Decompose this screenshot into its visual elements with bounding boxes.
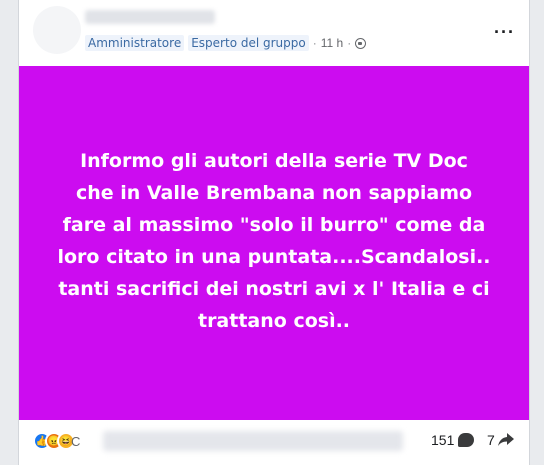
comment-count[interactable]: 151: [431, 432, 475, 448]
post-line: che in Valle Brembana non sappiamo: [75, 182, 473, 204]
post-card: Amministratore Esperto del gruppo · 11 h…: [18, 0, 530, 465]
author-name-blurred[interactable]: [85, 10, 215, 24]
post-line: tanti sacrifici dei nostri avi x l' Ital…: [58, 278, 490, 300]
role-badge-admin[interactable]: Amministratore: [85, 35, 185, 51]
share-count-value: 7: [487, 432, 495, 448]
reaction-names-blurred[interactable]: [103, 431, 403, 451]
post-line: trattano così..: [197, 310, 351, 332]
post-text: Informo gli autori della serie TV Doc ch…: [49, 145, 499, 337]
reaction-names-prefix[interactable]: C: [71, 434, 80, 449]
post-line: fare al massimo "solo il burro" come da: [62, 214, 486, 236]
role-badge-expert[interactable]: Esperto del gruppo: [188, 35, 309, 51]
post-line: Informo gli autori della serie TV Doc: [80, 150, 468, 172]
post-meta: Amministratore Esperto del gruppo · 11 h…: [85, 34, 367, 52]
post-time[interactable]: 11 h: [321, 36, 343, 50]
separator: ·: [312, 36, 317, 50]
comment-icon: [458, 433, 475, 447]
globe-icon: [355, 37, 367, 49]
post-background: Informo gli autori della serie TV Doc ch…: [19, 66, 529, 420]
author-avatar[interactable]: [33, 6, 81, 54]
more-options-icon[interactable]: ···: [494, 23, 515, 41]
separator: ·: [347, 36, 352, 50]
share-count[interactable]: 7: [487, 432, 514, 448]
share-icon: [497, 433, 514, 447]
comment-count-value: 151: [431, 432, 455, 448]
post-line: loro citato in una puntata....Scandalosi…: [57, 246, 491, 268]
post-footer: 👍 😠 😆 C 151 7: [19, 420, 529, 465]
